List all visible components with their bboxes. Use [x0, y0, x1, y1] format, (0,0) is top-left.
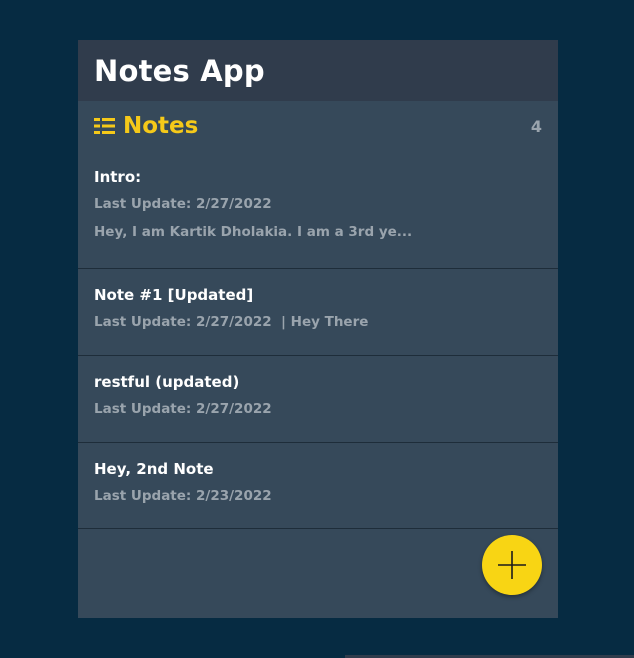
note-list: Intro: Last Update: 2/27/2022 Hey, I am …	[78, 151, 558, 529]
note-title: Intro:	[94, 168, 142, 186]
note-item-restful[interactable]: restful (updated) Last Update: 2/27/2022	[78, 356, 558, 443]
note-title: restful (updated)	[94, 373, 240, 391]
plus-icon	[498, 551, 526, 579]
app-header: Notes App	[78, 40, 558, 101]
note-item-intro[interactable]: Intro: Last Update: 2/27/2022 Hey, I am …	[78, 151, 558, 269]
notes-title: Notes	[123, 113, 199, 139]
app-title: Notes App	[94, 53, 265, 88]
notes-count: 4	[530, 116, 542, 136]
notes-section-header: Notes 4	[78, 101, 558, 151]
note-last-update: Last Update: 2/27/2022	[94, 401, 272, 417]
note-item-2nd-note[interactable]: Hey, 2nd Note Last Update: 2/23/2022	[78, 443, 558, 529]
note-last-update: Last Update: 2/23/2022	[94, 488, 272, 504]
note-title: Note #1 [Updated]	[94, 286, 254, 304]
note-item-note-1[interactable]: Note #1 [Updated] Last Update: 2/27/2022…	[78, 269, 558, 356]
note-last-update: Last Update: 2/27/2022	[94, 196, 272, 212]
notes-heading: Notes	[94, 113, 198, 139]
add-note-button[interactable]	[482, 535, 542, 595]
note-title: Hey, 2nd Note	[94, 460, 214, 478]
notes-app-panel: Notes App Notes 4 Intro: Last Update: 2/…	[78, 40, 558, 618]
list-icon	[94, 118, 115, 134]
note-preview: Hey, I am Kartik Dholakia. I am a 3rd ye…	[94, 224, 413, 240]
note-last-update: Last Update: 2/27/2022 | Hey There	[94, 314, 369, 330]
